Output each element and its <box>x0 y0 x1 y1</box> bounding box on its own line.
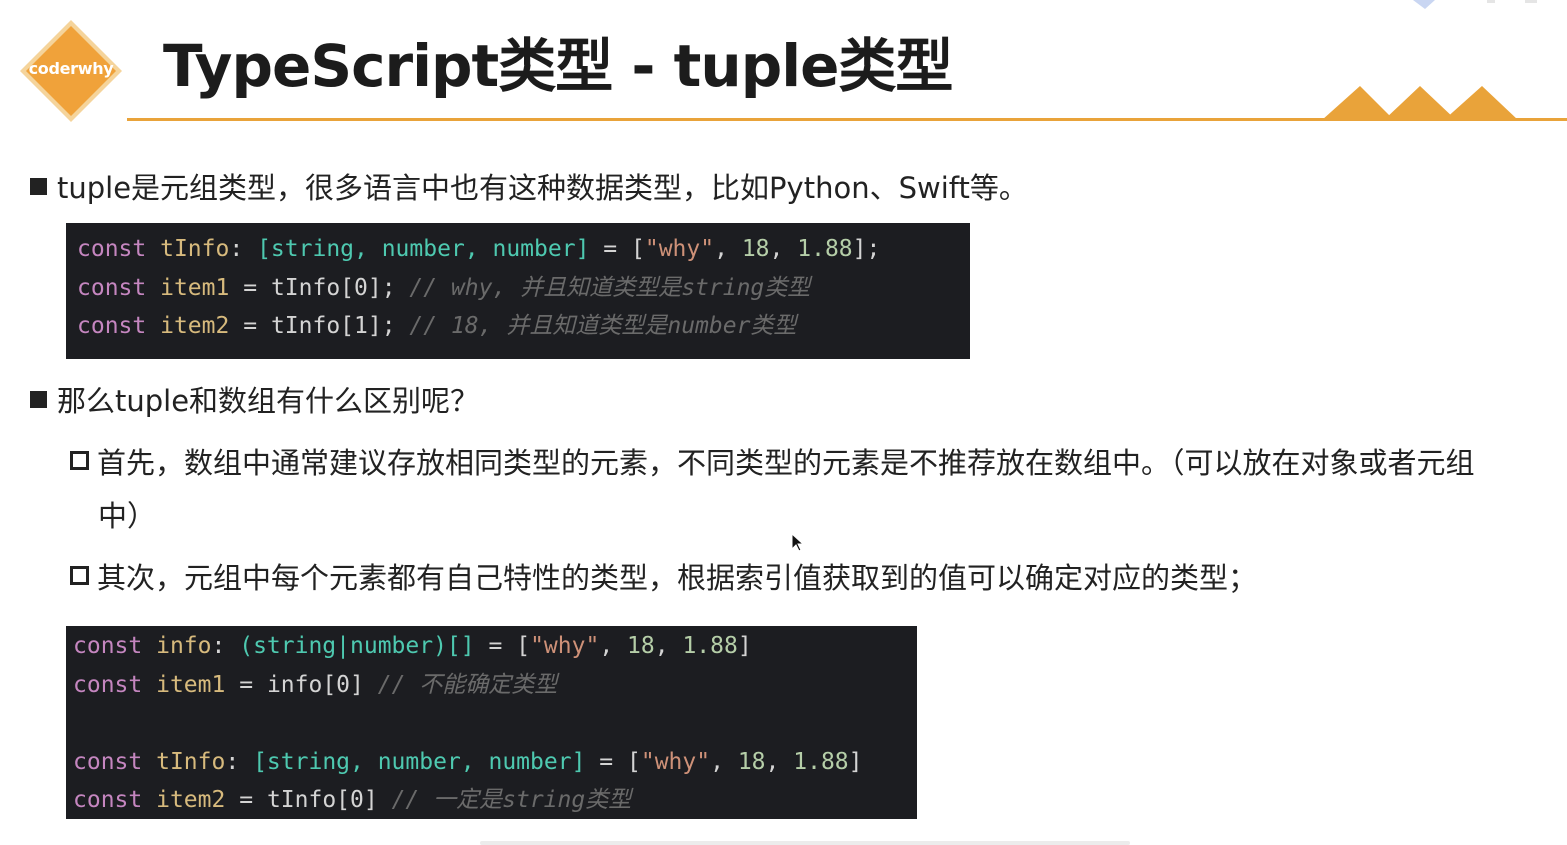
code-line-3: const item2 = tInfo[1]; // 18, 并且知道类型是nu… <box>77 307 970 346</box>
code-comment: // 18, 并且知道类型是number类型 <box>409 313 797 339</box>
code-punct: , <box>599 633 614 659</box>
code-expression: tInfo[0] <box>266 787 378 813</box>
code-expression: tInfo[0]; <box>270 274 396 301</box>
code-string: "why" <box>530 633 600 659</box>
code-punct: : <box>229 236 244 262</box>
bullet-square-icon <box>30 391 47 408</box>
code-line-2: const item1 = info[0] // 不能确定类型 <box>73 666 917 705</box>
code-variable: tInfo <box>160 236 230 262</box>
code-number: 18 <box>741 236 770 262</box>
code-keyword: const <box>73 633 143 659</box>
code-operator: = <box>599 748 614 775</box>
code-number: 1.88 <box>682 633 738 659</box>
code-punct: ] <box>848 748 863 775</box>
bullet-tuple-intro: tuple是元组类型，很多语言中也有这种数据类型，比如Python、Swift等… <box>30 168 1028 208</box>
code-punct: : <box>225 748 240 775</box>
code-variable: info <box>156 633 212 659</box>
code-punct: [ <box>516 633 531 659</box>
code-punct: , <box>765 748 780 775</box>
code-operator: = <box>243 274 258 301</box>
code-variable: item1 <box>156 671 226 698</box>
code-variable: item2 <box>160 313 230 339</box>
code-number: 18 <box>627 633 655 659</box>
code-operator: = <box>488 633 503 659</box>
sub-bullet-first-continuation: 中） <box>98 496 156 536</box>
code-type: (string|number)[] <box>239 633 475 659</box>
code-expression: tInfo[1]; <box>270 313 396 339</box>
code-operator: = <box>603 236 618 262</box>
code-punct: [ <box>631 236 645 262</box>
sub-bullet-second: 其次，元组中每个元素都有自己特性的类型，根据索引值获取到的值可以确定对应的类型； <box>70 558 1257 598</box>
code-number: 1.88 <box>793 748 849 775</box>
code-number: 1.88 <box>797 236 853 262</box>
code-line-4: const tInfo: [string, number, number] = … <box>73 743 917 782</box>
mountain-decoration-icon <box>1322 86 1518 120</box>
corner-decoration-icon <box>1413 0 1537 9</box>
code-expression: info[0] <box>266 671 364 698</box>
mouse-cursor-icon <box>791 533 805 552</box>
code-punct: ] <box>737 633 752 659</box>
code-string: "why" <box>644 236 715 262</box>
logo-text: coderwhy <box>28 59 114 78</box>
sub-bullet-square-icon <box>70 566 89 585</box>
code-variable: tInfo <box>156 748 226 775</box>
code-variable: item1 <box>160 274 230 301</box>
code-keyword: const <box>73 748 143 775</box>
code-punct: , <box>769 236 784 262</box>
code-string: "why" <box>640 748 711 775</box>
sub-bullet-first: 首先，数组中通常建议存放相同类型的元素，不同类型的元素是不推荐放在数组中。（可以… <box>70 443 1475 483</box>
code-operator: = <box>243 313 258 339</box>
sub-bullet-text: 其次，元组中每个元素都有自己特性的类型，根据索引值获取到的值可以确定对应的类型； <box>97 561 1258 595</box>
code-punct: , <box>714 236 728 262</box>
code-keyword: const <box>77 274 147 301</box>
bullet-text: 那么tuple和数组有什么区别呢？ <box>57 384 480 418</box>
page-title: TypeScript类型 - tuple类型 <box>163 32 953 100</box>
code-block-array-vs-tuple: const info: (string|number)[] = ["why", … <box>66 626 917 819</box>
code-number: 18 <box>737 748 766 775</box>
bullet-square-icon <box>30 178 47 195</box>
code-punct: [ <box>627 748 641 775</box>
code-variable: item2 <box>156 787 226 813</box>
code-punct: ]; <box>852 236 881 262</box>
code-keyword: const <box>73 787 143 813</box>
code-comment: // 不能确定类型 <box>377 671 558 698</box>
code-keyword: const <box>77 236 147 262</box>
sub-bullet-text: 中） <box>98 499 157 533</box>
code-line-2: const item1 = tInfo[0]; // why, 并且知道类型是s… <box>77 269 970 308</box>
bullet-text: tuple是元组类型，很多语言中也有这种数据类型，比如Python、Swift等… <box>57 171 1028 205</box>
code-type: [string, number, number] <box>253 748 586 775</box>
sub-bullet-square-icon <box>70 451 89 470</box>
code-operator: = <box>239 671 254 698</box>
code-keyword: const <box>77 313 147 339</box>
code-comment: // 一定是string类型 <box>391 787 632 813</box>
code-punct: : <box>211 633 226 659</box>
code-block-tuple-example: const tInfo: [string, number, number] = … <box>66 223 970 359</box>
bottom-scroll-track <box>480 841 1130 845</box>
coderwhy-logo: coderwhy <box>18 18 124 124</box>
code-comment: // why, 并且知道类型是string类型 <box>409 274 811 301</box>
code-punct: , <box>654 633 669 659</box>
code-type: [string, number, number] <box>257 236 590 262</box>
code-line-1: const tInfo: [string, number, number] = … <box>77 230 970 269</box>
code-operator: = <box>239 787 254 813</box>
code-line-1: const info: (string|number)[] = ["why", … <box>73 627 917 666</box>
code-keyword: const <box>73 671 143 698</box>
code-line-5: const item2 = tInfo[0] // 一定是string类型 <box>73 781 917 820</box>
bullet-tuple-vs-array: 那么tuple和数组有什么区别呢？ <box>30 381 479 421</box>
sub-bullet-text: 首先，数组中通常建议存放相同类型的元素，不同类型的元素是不推荐放在数组中。（可以… <box>97 446 1475 480</box>
code-punct: , <box>710 748 724 775</box>
